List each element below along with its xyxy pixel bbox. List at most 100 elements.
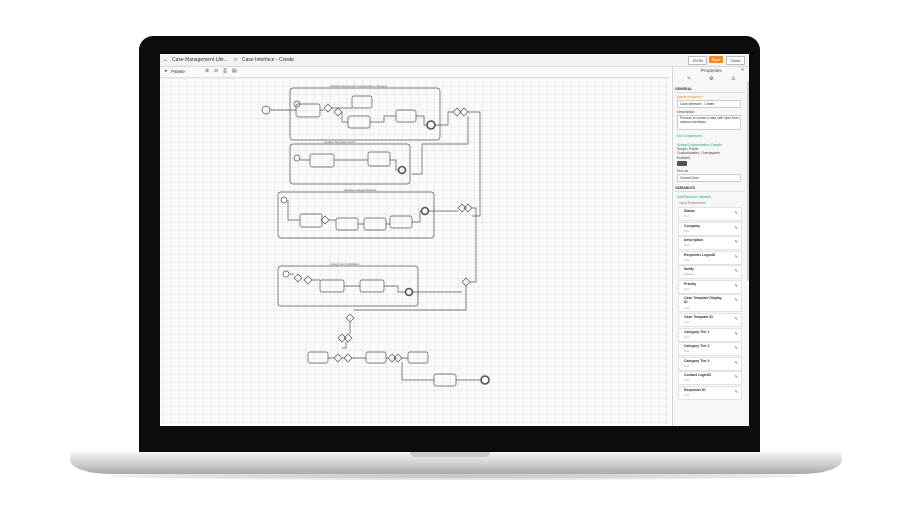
warning-icon[interactable]: ⚠ <box>731 77 735 82</box>
gateway-14 <box>333 353 343 363</box>
variable-name: Case Template ID <box>684 315 713 319</box>
variable-item[interactable]: Case Template Display ID Text ✎ <box>678 294 742 312</box>
edit-variable-icon[interactable]: ✎ <box>735 254 738 259</box>
not-customized-label: Not Customized <box>677 134 702 138</box>
task-3 <box>347 115 371 129</box>
enabled-toggle[interactable] <box>677 161 687 166</box>
inner-start-2 <box>293 154 301 162</box>
edit-variable-icon[interactable]: ✎ <box>735 210 738 215</box>
process-diagram: Validate Requested Configuration Categor… <box>261 84 490 387</box>
enabled-label: Enabled <box>677 156 690 160</box>
add-variable-link[interactable]: Add/Remove Variable <box>677 195 711 199</box>
gateway-11 <box>345 313 355 323</box>
print-icon[interactable]: ⎙ <box>223 68 227 74</box>
json-button[interactable]: JSON <box>688 56 707 65</box>
gateway-10 <box>461 277 471 287</box>
inner-end-4 <box>404 287 414 297</box>
properties-title: Properties <box>701 68 722 73</box>
variable-type: Boolean <box>684 272 695 276</box>
variable-name: Case Template Display ID <box>684 296 722 304</box>
description-field[interactable]: Process to create a case with input from… <box>677 115 741 130</box>
task-8 <box>335 217 359 231</box>
group-box-2 <box>289 143 411 185</box>
general-section-header[interactable]: GENERAL <box>675 86 745 93</box>
group-label-3: Validate Categorizations <box>344 188 377 192</box>
back-arrow-icon[interactable]: ← <box>163 56 169 64</box>
variable-item[interactable]: Category Tier 3 Text ✎ <box>678 356 742 371</box>
properties-panel: Properties + ✎ ⚙ ⚠ GENERAL Name (require… <box>672 67 749 426</box>
edit-variable-icon[interactable]: ✎ <box>735 374 738 379</box>
task-13 <box>307 351 329 364</box>
variable-type: Text <box>684 257 690 262</box>
gateway-7 <box>463 203 473 213</box>
description-label: Description <box>677 110 695 114</box>
variable-item[interactable]: Contact LoginID Text ✎ <box>678 371 742 385</box>
export-icon[interactable]: ▤ <box>232 68 237 74</box>
tab-case-management-library[interactable]: Case Management Libr... <box>172 56 228 64</box>
name-field[interactable]: Case Interface - Create <box>677 100 741 108</box>
settings-icon[interactable]: ⚙ <box>709 77 713 82</box>
edit-variable-icon[interactable]: ✎ <box>735 225 738 230</box>
panel-expand-icon[interactable]: + <box>741 68 744 73</box>
input-parameters-label: Input Parameters <box>679 201 706 205</box>
edit-variable-icon[interactable]: ✎ <box>735 345 738 350</box>
task-12 <box>359 279 385 293</box>
edit-variable-icon[interactable]: ✎ <box>735 360 738 365</box>
variable-name: Category Tier 1 <box>684 329 710 334</box>
zoom-out-icon[interactable]: ⊖ <box>214 68 218 74</box>
variables-header-label: VARIABLES <box>675 186 695 190</box>
variable-item[interactable]: Category Tier 2 Text ✎ <box>678 342 742 356</box>
tab-case-interface-create[interactable]: Case Interface - Create <box>242 56 294 64</box>
properties-scrollbar[interactable] <box>747 81 749 281</box>
name-label: Name (required) <box>677 95 703 99</box>
palette-label[interactable]: Palette <box>171 69 185 74</box>
variable-item[interactable]: Case Template ID Text ✎ <box>678 313 742 327</box>
variable-item[interactable]: Status Text ✎ <box>678 207 742 221</box>
start-event <box>261 105 271 115</box>
close-button[interactable]: Close <box>726 56 745 65</box>
process-canvas[interactable]: Validate Requested Configuration Categor… <box>162 78 670 424</box>
variable-item[interactable]: Company Text ✎ <box>678 221 742 236</box>
canvas-toolbar: ▸ Palette ⊕ ⊖ ⎙ ▤ <box>160 67 670 78</box>
variable-item[interactable]: Requester ID Text ✎ <box>678 385 742 400</box>
gateway-15 <box>343 353 353 363</box>
variable-name: Category Tier 2 <box>684 344 710 348</box>
palette-toggle-icon[interactable]: ▸ <box>165 68 168 74</box>
gateway-8 <box>293 273 303 283</box>
variable-type: Text <box>684 349 690 353</box>
edit-variable-icon[interactable]: ✎ <box>735 389 738 394</box>
run-as-select[interactable]: Current User <box>677 174 741 182</box>
variable-type: Text <box>684 286 690 291</box>
variable-type: Text <box>684 392 690 397</box>
gateway-13 <box>343 333 353 343</box>
variable-item[interactable]: Priority Text ✎ <box>678 279 742 294</box>
variable-name: Category Tier 3 <box>684 358 710 363</box>
zoom-in-icon[interactable]: ⊕ <box>205 68 209 74</box>
variable-item[interactable]: Notify Boolean ✎ <box>678 265 742 279</box>
group-label-2: Update Template Fields <box>324 140 356 144</box>
edit-variable-icon[interactable]: ✎ <box>735 268 738 273</box>
inner-end-1 <box>426 120 436 130</box>
edit-variable-icon[interactable]: ✎ <box>735 297 738 302</box>
tab-separator-icon: □ <box>234 57 238 63</box>
edit-variable-icon[interactable]: ✎ <box>735 316 738 321</box>
task-14 <box>365 351 387 364</box>
variable-item[interactable]: Description Text ✎ <box>678 236 742 250</box>
edit-variable-icon[interactable]: ✎ <box>735 239 738 244</box>
task-11 <box>319 279 345 293</box>
edit-variable-icon[interactable]: ✎ <box>735 283 738 288</box>
group-box-3 <box>277 191 435 239</box>
pencil-icon[interactable]: ✎ <box>687 77 691 82</box>
task-10 <box>389 215 413 229</box>
gateway-1 <box>323 103 333 113</box>
variable-name: Status <box>684 209 695 213</box>
variable-item[interactable]: Category Tier 1 Text ✎ <box>678 327 742 342</box>
variables-section-header[interactable]: VARIABLES <box>675 185 745 192</box>
edit-variable-icon[interactable]: ✎ <box>735 331 738 336</box>
variable-item[interactable]: Requester LoginID Text ✎ <box>678 250 742 265</box>
inner-start-4 <box>282 270 290 278</box>
variable-name: Priority <box>684 281 697 286</box>
save-button[interactable]: Save <box>709 56 723 63</box>
group-label-1: Validate Requested Configuration Categor… <box>330 84 388 88</box>
variable-type: Text <box>684 334 690 339</box>
